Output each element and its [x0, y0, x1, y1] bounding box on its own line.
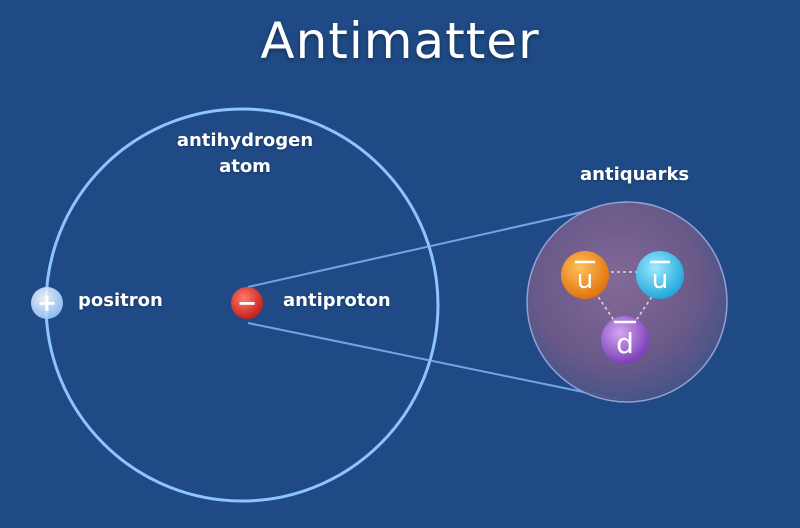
anti-down-quark-purple: d: [601, 316, 649, 364]
anti-up-quark-cyan: u: [636, 251, 684, 299]
antiproton-magnified: [526, 201, 728, 403]
diagram-canvas: u u d + −: [31, 107, 728, 503]
page-title: Antimatter: [260, 12, 540, 70]
antiquarks-label: antiquarks: [580, 164, 690, 185]
positron-particle: +: [31, 287, 63, 319]
antiproton-particle: −: [231, 287, 263, 319]
quark-symbol: u: [577, 265, 593, 295]
quark-symbol: u: [652, 265, 668, 295]
atom-label-line2: atom: [219, 156, 271, 177]
anti-up-quark-orange: u: [561, 251, 609, 299]
positron-symbol: +: [37, 289, 57, 317]
atom-label-line1: antihydrogen: [176, 130, 314, 151]
positron-label: positron: [78, 290, 163, 311]
antihydrogen-atom-label: antihydrogen atom: [170, 128, 320, 180]
antimatter-diagram: u u d + − Antimatter antihydrogen atom p…: [0, 0, 800, 524]
antiproton-symbol: −: [237, 289, 257, 317]
quark-symbol: d: [616, 327, 634, 360]
antiproton-label: antiproton: [283, 290, 391, 311]
